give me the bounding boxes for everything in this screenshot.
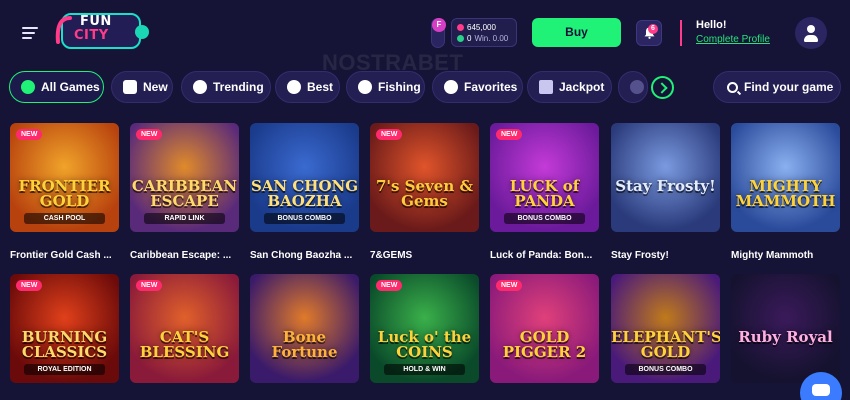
wallet-balance[interactable]: 645,000 0 Win. 0.00 <box>451 18 517 47</box>
new-icon <box>123 80 137 94</box>
category-label: All Games <box>41 80 100 94</box>
game-tile[interactable]: ELEPHANT'S GOLD BONUS COMBO <box>611 274 720 383</box>
game-art-title: GOLD PIGGER 2 <box>502 328 587 361</box>
timer-icon <box>193 80 207 94</box>
game-tile[interactable]: Stay Frosty! <box>611 123 720 232</box>
game-tile[interactable]: SAN CHONG BAOZHA BONUS COMBO <box>250 123 359 232</box>
game-tile[interactable]: CAT'S BLESSING NEW <box>130 274 239 383</box>
game-name[interactable]: Stay Frosty! <box>611 250 720 261</box>
sweep-coin-icon <box>457 35 464 42</box>
category-fishing[interactable]: Fishing <box>346 71 425 103</box>
category-favorites[interactable]: Favorites <box>432 71 523 103</box>
logo-text-top: FUN <box>80 14 112 29</box>
game-art-title: BURNING CLASSICS <box>21 328 108 361</box>
level-badge-letter: F <box>432 18 446 32</box>
heart-icon <box>444 80 458 94</box>
game-art-subtitle: BONUS COMBO <box>504 213 585 224</box>
game-art-title: Bone Fortune <box>271 328 338 361</box>
game-art-title: 7's Seven & Gems <box>375 177 473 210</box>
game-tile[interactable]: LUCK of PANDA BONUS COMBO NEW <box>490 123 599 232</box>
game-name[interactable]: Luck of Panda: Bon... <box>490 250 599 261</box>
game-art-title: SAN CHONG BAOZHA <box>250 177 359 210</box>
gc-amount: 645,000 <box>467 23 496 32</box>
game-art-title: CAT'S BLESSING <box>139 328 230 361</box>
more-category-icon <box>630 80 644 94</box>
jackpot-icon <box>539 80 553 94</box>
game-tile[interactable]: MIGHTY MAMMOTH <box>731 123 840 232</box>
category-label: Best <box>307 80 334 94</box>
game-tile[interactable]: 7's Seven & Gems NEW <box>370 123 479 232</box>
category-label: Trending <box>213 80 264 94</box>
complete-profile-link[interactable]: Complete Profile <box>696 34 770 45</box>
game-art-subtitle: RAPID LINK <box>144 213 225 224</box>
game-art-subtitle: HOLD & WIN <box>384 364 465 375</box>
categories-next-arrow[interactable] <box>651 76 674 99</box>
game-tile[interactable]: Ruby Royal <box>731 274 840 383</box>
greeting: Hello! <box>696 19 727 31</box>
game-art-title: MIGHTY MAMMOTH <box>735 177 836 210</box>
game-art-title: Luck o' the COINS <box>377 328 472 361</box>
category-more[interactable] <box>618 71 648 103</box>
game-art-title: FRONTIER GOLD <box>18 177 111 210</box>
game-name[interactable]: Mighty Mammoth <box>731 250 840 261</box>
new-badge: NEW <box>496 129 523 140</box>
top-bar: FUN CITY NOSTRABET F 645,000 0 Win. 0.00… <box>0 0 850 75</box>
game-name[interactable]: Caribbean Escape: ... <box>130 250 239 261</box>
flame-icon <box>287 80 301 94</box>
game-tile[interactable]: BURNING CLASSICS ROYAL EDITION NEW <box>10 274 119 383</box>
cherries-icon <box>21 80 35 94</box>
game-art-title: CARIBBEAN ESCAPE <box>131 177 238 210</box>
buy-button[interactable]: Buy <box>532 18 621 47</box>
notification-count: 6 <box>648 24 658 34</box>
new-badge: NEW <box>136 129 163 140</box>
category-jackpot[interactable]: Jackpot <box>527 71 612 103</box>
new-badge: NEW <box>376 280 403 291</box>
category-trending[interactable]: Trending <box>181 71 271 103</box>
new-badge: NEW <box>376 129 403 140</box>
logo-text-bottom: CITY <box>74 28 109 43</box>
hamburger-icon[interactable] <box>22 27 38 39</box>
new-badge: NEW <box>16 280 43 291</box>
game-art-subtitle: BONUS COMBO <box>264 213 345 224</box>
game-tile[interactable]: FRONTIER GOLD CASH POOL NEW <box>10 123 119 232</box>
category-all-games[interactable]: All Games <box>9 71 104 103</box>
game-art-title: LUCK of PANDA <box>509 177 580 210</box>
avatar[interactable] <box>795 17 827 49</box>
category-best[interactable]: Best <box>275 71 340 103</box>
game-name[interactable]: San Chong Baozha ... <box>250 250 359 261</box>
user-icon <box>807 25 815 33</box>
header-divider <box>680 20 682 46</box>
game-art-subtitle: CASH POOL <box>24 213 105 224</box>
find-game-button[interactable]: Find your game <box>713 71 841 103</box>
new-badge: NEW <box>136 280 163 291</box>
category-label: Favorites <box>464 80 518 94</box>
game-tile[interactable]: Luck o' the COINS HOLD & WIN NEW <box>370 274 479 383</box>
game-art-title: Stay Frosty! <box>615 177 716 195</box>
game-tile[interactable]: CARIBBEAN ESCAPE RAPID LINK NEW <box>130 123 239 232</box>
game-art-title: Ruby Royal <box>738 328 833 346</box>
category-label: New <box>143 80 168 94</box>
game-tile[interactable]: GOLD PIGGER 2 NEW <box>490 274 599 383</box>
level-badge[interactable]: F <box>431 18 446 48</box>
game-art-subtitle: BONUS COMBO <box>625 364 706 375</box>
fish-icon <box>358 80 372 94</box>
game-art-title: ELEPHANT'S GOLD <box>611 328 720 361</box>
new-badge: NEW <box>16 129 43 140</box>
find-game-label: Find your game <box>744 80 834 94</box>
new-badge: NEW <box>496 280 523 291</box>
gold-coin-icon <box>457 24 464 31</box>
notifications-button[interactable]: 6 <box>636 20 662 46</box>
game-tile[interactable]: Bone Fortune <box>250 274 359 383</box>
category-label: Jackpot <box>559 80 605 94</box>
search-icon <box>727 81 738 93</box>
win-label: Win. 0.00 <box>474 34 509 43</box>
sc-amount: 0 <box>467 34 472 43</box>
game-name[interactable]: 7&GEMS <box>370 250 479 261</box>
game-name[interactable]: Frontier Gold Cash ... <box>10 250 119 261</box>
game-art-subtitle: ROYAL EDITION <box>24 364 105 375</box>
category-label: Fishing <box>378 80 421 94</box>
category-new[interactable]: New <box>111 71 173 103</box>
